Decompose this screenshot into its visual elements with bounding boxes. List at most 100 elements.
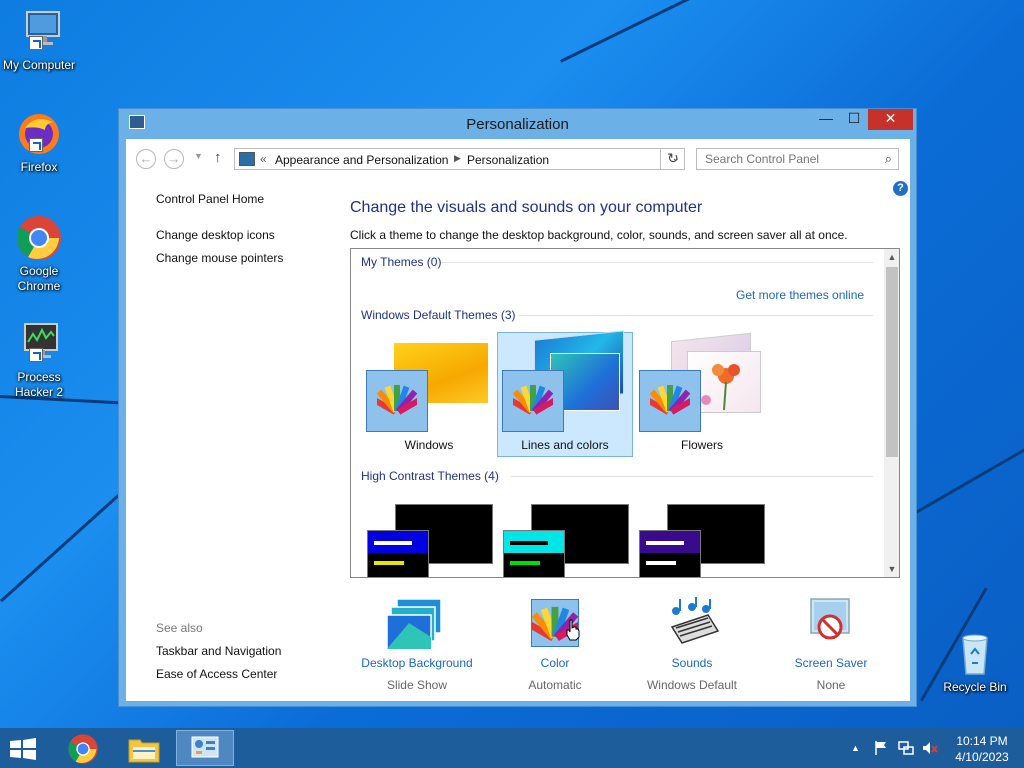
clock-date: 4/10/2023 (955, 750, 1009, 764)
desktop-icon-recycle-bin[interactable]: Recycle Bin (937, 630, 1013, 695)
change-desktop-icons-link[interactable]: Change desktop icons (156, 228, 275, 242)
minimize-button[interactable]: — (812, 109, 840, 130)
color-palette-icon (366, 370, 428, 432)
window-title: Personalization (466, 116, 569, 133)
desktop-icon-process-hacker[interactable]: Process Hacker 2 (1, 320, 77, 400)
change-mouse-pointers-link[interactable]: Change mouse pointers (156, 251, 283, 265)
breadcrumb-overflow[interactable]: « (260, 152, 267, 166)
start-button[interactable] (8, 738, 38, 760)
sounds-value: Windows Default (646, 678, 738, 692)
system-clock[interactable]: 10:14 PM 4/10/2023 (952, 733, 1012, 765)
color-label[interactable]: Color (480, 656, 630, 670)
theme-name: Windows (404, 438, 454, 452)
recent-locations-dropdown[interactable]: ▼ (194, 151, 203, 161)
desktop-icon-label: Google Chrome (17, 264, 61, 293)
screen-saver-option[interactable]: Screen Saver None (756, 597, 906, 692)
desktop-icon-firefox[interactable]: Firefox (1, 110, 77, 175)
desktop-icon-chrome[interactable]: Google Chrome (1, 214, 77, 294)
group-divider (441, 262, 873, 263)
back-button[interactable]: ← (136, 149, 156, 169)
theme-list[interactable]: My Themes (0) Get more themes online Win… (350, 248, 900, 578)
color-palette-icon (502, 370, 564, 432)
desktop-icon-label: Firefox (20, 160, 58, 174)
desktop-icon-label: My Computer (2, 58, 76, 72)
theme-lines-and-colors[interactable]: Lines and colors (497, 330, 633, 457)
wallpaper-line (560, 0, 1024, 63)
scroll-down-icon[interactable]: ▼ (884, 561, 899, 577)
breadcrumb-appearance[interactable]: Appearance and Personalization (275, 153, 448, 167)
theme-hc-preview-front (503, 530, 565, 577)
scrollbar-thumb[interactable] (886, 267, 898, 457)
action-center-flag-icon[interactable] (873, 740, 889, 756)
help-icon[interactable]: ? (893, 181, 908, 196)
refresh-button[interactable]: ↻ (660, 148, 685, 170)
forward-button[interactable]: → (164, 149, 184, 169)
see-also-heading: See also (156, 621, 203, 635)
theme-list-scrollbar[interactable]: ▲ ▼ (884, 249, 899, 577)
desktop-background-option[interactable]: Desktop Background Slide Show (342, 597, 492, 692)
window-client-area: ← → ▼ ↑ « Appearance and Personalization… (126, 139, 910, 701)
theme-name: Lines and colors (521, 438, 609, 452)
high-contrast-group-label: High Contrast Themes (4) (361, 469, 499, 483)
desktop-icon-label: Recycle Bin (943, 680, 1007, 694)
sounds-icon (662, 597, 722, 651)
theme-windows[interactable]: Windows (361, 332, 497, 457)
theme-hc-preview-front (367, 530, 429, 577)
screen-saver-label[interactable]: Screen Saver (756, 656, 906, 670)
breadcrumb-arrow-icon[interactable]: ▶ (454, 153, 461, 164)
theme-flowers[interactable]: Flowers (634, 332, 770, 457)
windows-logo-icon (10, 738, 36, 760)
page-description: Click a theme to change the desktop back… (350, 228, 848, 242)
taskbar-control-panel[interactable] (176, 730, 234, 766)
taskbar: ▲ 10:14 PM 4/10/2023 (0, 728, 1024, 768)
color-palette-icon (639, 370, 701, 432)
taskbar-chrome[interactable] (54, 730, 112, 766)
chrome-icon (68, 734, 98, 764)
wallpaper-line (900, 420, 1024, 523)
desktop-icon-my-computer[interactable]: My Computer (1, 8, 77, 73)
color-option[interactable]: Color Automatic (480, 597, 630, 692)
control-panel-icon (191, 736, 219, 758)
control-panel-icon (239, 152, 255, 166)
search-box[interactable]: ⌕ (696, 148, 899, 170)
chrome-icon (15, 214, 63, 262)
window-titlebar[interactable]: Personalization — ☐ ✕ (119, 109, 916, 139)
theme-high-contrast-1[interactable] (367, 502, 503, 577)
group-divider (519, 315, 873, 316)
up-button[interactable]: ↑ (214, 149, 222, 166)
process-hacker-icon (15, 320, 63, 368)
volume-muted-icon[interactable] (922, 740, 938, 756)
theme-high-contrast-2[interactable] (503, 502, 639, 577)
maximize-button[interactable]: ☐ (840, 109, 868, 130)
sounds-option[interactable]: Sounds Windows Default (617, 597, 767, 692)
show-hidden-icons-chevron-icon[interactable]: ▲ (851, 743, 860, 753)
theme-hc-preview-front (639, 530, 701, 577)
get-more-themes-link[interactable]: Get more themes online (736, 288, 864, 302)
group-divider (511, 476, 873, 477)
search-input[interactable] (697, 149, 867, 169)
network-icon[interactable] (898, 740, 914, 756)
taskbar-file-explorer[interactable] (115, 730, 173, 766)
close-button[interactable]: ✕ (868, 109, 913, 130)
screen-saver-value: None (816, 678, 846, 692)
page-title: Change the visuals and sounds on your co… (350, 199, 703, 216)
sounds-label[interactable]: Sounds (617, 656, 767, 670)
search-icon[interactable]: ⌕ (885, 151, 892, 167)
firefox-icon (15, 110, 63, 158)
theme-high-contrast-3[interactable] (639, 502, 775, 577)
taskbar-navigation-link[interactable]: Taskbar and Navigation (156, 644, 281, 658)
breadcrumb-personalization[interactable]: Personalization (467, 153, 549, 167)
control-panel-home-link[interactable]: Control Panel Home (156, 192, 264, 206)
desktop-background-label[interactable]: Desktop Background (342, 656, 492, 670)
screen-saver-icon (801, 597, 861, 651)
desktop-icon-label: Process Hacker 2 (14, 370, 64, 399)
scroll-up-icon[interactable]: ▲ (884, 249, 899, 265)
address-bar[interactable]: « Appearance and Personalization ▶ Perso… (234, 148, 685, 170)
ease-of-access-link[interactable]: Ease of Access Center (156, 667, 277, 681)
folder-icon (128, 739, 160, 763)
recycle-bin-icon (951, 630, 999, 678)
theme-name: Flowers (680, 438, 723, 452)
color-value: Automatic (528, 678, 582, 692)
default-themes-group-label: Windows Default Themes (3) (361, 308, 516, 322)
color-palette-icon (525, 597, 585, 651)
